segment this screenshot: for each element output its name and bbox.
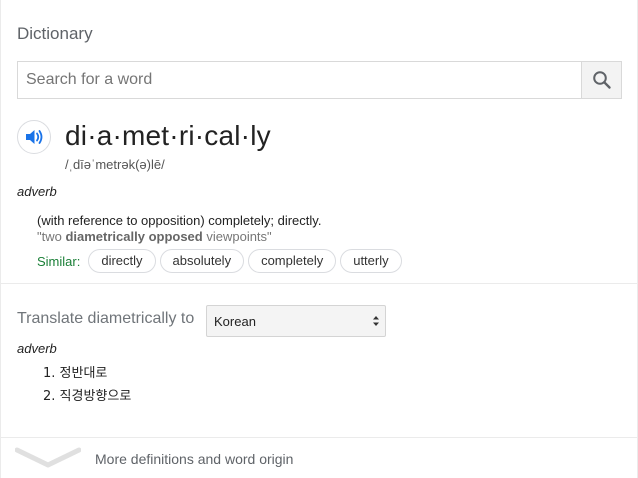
speaker-icon [26,130,43,144]
chevron-down-icon [15,447,81,468]
translation-list: 1. 정반대로 2. 직경방향으로 [43,366,131,412]
search-icon [592,71,611,89]
example-rest: viewpoints" [202,229,272,244]
part-of-speech: adverb [17,184,57,199]
example-open: "two [37,229,66,244]
section-divider [1,283,638,284]
language-select[interactable]: Korean [206,305,386,337]
search-input[interactable] [18,62,582,98]
card-title: Dictionary [17,24,93,43]
similar-chip-completely[interactable]: completely [248,249,337,273]
language-select-value: Korean [214,314,256,329]
example-sentence: "two diametrically opposed viewpoints" [37,229,272,244]
select-arrows-icon [373,316,379,326]
phonetic-spelling: /ˌdīəˈmetrək(ə)lē/ [65,157,165,172]
definition-text: (with reference to opposition) completel… [37,213,322,228]
similar-chip-utterly[interactable]: utterly [340,249,402,273]
search-box [17,61,622,99]
translation-item: 2. 직경방향으로 [43,389,132,404]
search-button[interactable] [581,62,621,98]
translate-label: Translate diametrically to [17,310,195,327]
pronunciation-audio-button[interactable] [17,120,51,154]
similar-words: Similar: directly absolutely completely … [37,249,406,273]
more-definitions-label: More definitions and word origin [95,451,294,467]
translation-part-of-speech: adverb [17,341,57,356]
more-definitions-button[interactable]: More definitions and word origin [1,438,638,478]
similar-chip-absolutely[interactable]: absolutely [159,249,245,273]
headword: di·a·met·ri·cal·ly [65,120,271,151]
similar-chip-directly[interactable]: directly [88,249,156,273]
translation-item: 1. 정반대로 [43,366,108,381]
example-highlight: diametrically opposed [65,229,203,244]
similar-label: Similar: [37,253,81,269]
dictionary-card: Dictionary di·a·met·ri·cal·ly /ˌdīəˈmetr… [0,0,638,478]
